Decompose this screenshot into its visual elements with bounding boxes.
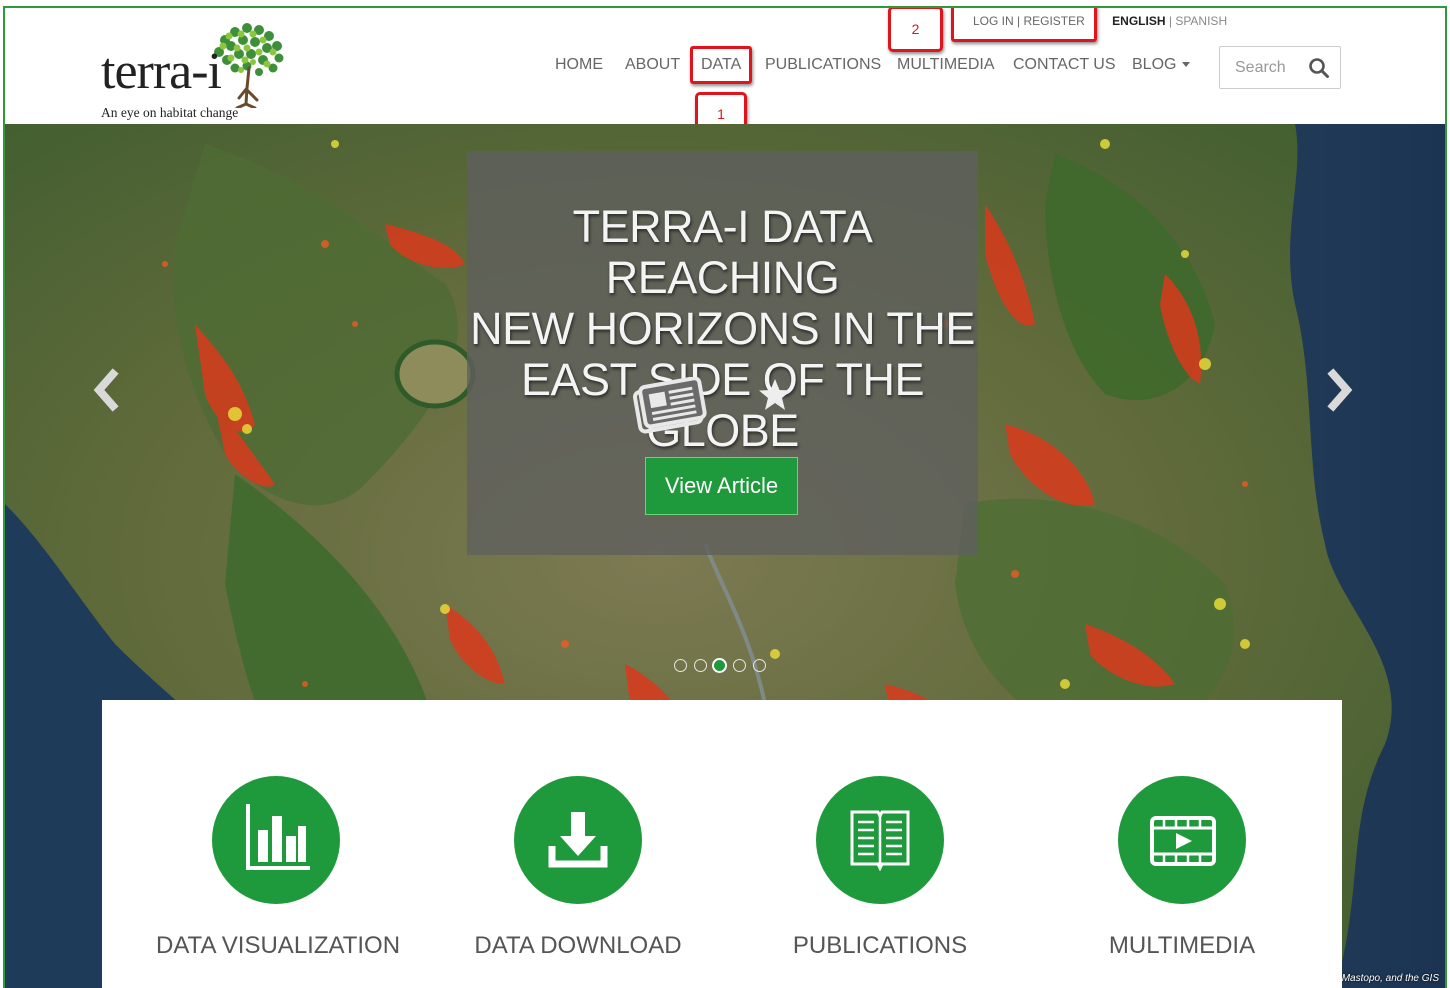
feature-circle [514, 776, 642, 904]
terra-i-logo[interactable]: terra-i An eye on habitat change [101, 16, 291, 120]
browser-page-frame: terra-i An eye on habitat change LOG IN … [3, 6, 1447, 988]
logo-tagline: An eye on habitat change [101, 105, 239, 120]
book-icon [850, 810, 910, 872]
carousel-prev-arrow-icon[interactable] [89, 368, 123, 412]
nav-item-multimedia[interactable]: MULTIMEDIA [897, 56, 994, 74]
feature-data-visualization[interactable]: DATA VISUALIZATION [156, 776, 401, 960]
feature-multimedia[interactable]: MULTIMEDIA [1062, 776, 1302, 960]
lang-spanish-link[interactable]: SPANISH [1175, 14, 1227, 28]
feature-publications[interactable]: PUBLICATIONS [760, 776, 1000, 960]
map-attribution: Mastopo, and the GIS [1341, 973, 1439, 984]
feature-label: PUBLICATIONS [792, 932, 968, 959]
annotation-badge-2: 2 [888, 8, 943, 52]
title-line-3: EAST SIDE OF THE GLOBE [521, 354, 924, 456]
newspaper-icon [632, 377, 707, 434]
feature-circle [212, 776, 340, 904]
feature-panel: DATA VISUALIZATION DATA DOWNLOAD PUBLICA… [102, 700, 1342, 988]
feature-label: MULTIMEDIA [1108, 932, 1256, 959]
bar-chart-icon [246, 804, 310, 870]
site-header: terra-i An eye on habitat change LOG IN … [5, 8, 1445, 136]
feature-circle [1118, 776, 1246, 904]
logo-wordmark: terra-i [101, 43, 222, 100]
carousel-dot-3[interactable] [712, 658, 727, 673]
carousel-dot-5[interactable] [753, 659, 766, 672]
video-icon [1150, 816, 1216, 866]
nav-item-home[interactable]: HOME [555, 56, 603, 74]
carousel-dot-1[interactable] [674, 659, 687, 672]
search-input[interactable] [1220, 47, 1308, 88]
feature-data-download[interactable]: DATA DOWNLOAD [458, 776, 698, 960]
search-icon[interactable] [1308, 57, 1330, 79]
title-line-1: TERRA-I DATA REACHING [572, 201, 873, 303]
nav-item-about[interactable]: ABOUT [625, 56, 680, 74]
carousel-dot-2[interactable] [694, 659, 707, 672]
caret-down-icon [1182, 62, 1191, 68]
title-line-2: NEW HORIZONS IN THE [470, 303, 975, 354]
nav-item-publications[interactable]: PUBLICATIONS [765, 56, 881, 74]
carousel-dot-4[interactable] [733, 659, 746, 672]
nav-item-contact-us[interactable]: CONTACT US [1013, 56, 1116, 74]
search-box [1219, 46, 1341, 89]
star-icon [759, 379, 791, 410]
carousel-next-arrow-icon[interactable] [1323, 368, 1357, 412]
lang-separator: | [1168, 14, 1172, 28]
feature-circle [816, 776, 944, 904]
carousel-slide-title: TERRA-I DATA REACHING NEW HORIZONS IN TH… [467, 201, 978, 456]
nav-item-blog[interactable]: BLOG [1132, 56, 1191, 74]
lang-english-link[interactable]: ENGLISH [1112, 14, 1165, 28]
view-article-button[interactable]: View Article [645, 457, 798, 515]
annotation-box-login [951, 8, 1097, 42]
nav-item-blog-label: BLOG [1132, 56, 1177, 73]
annotation-box-data [690, 46, 752, 84]
feature-label: DATA DOWNLOAD [474, 932, 682, 959]
download-icon [548, 812, 608, 868]
carousel-caption: TERRA-I DATA REACHING NEW HORIZONS IN TH… [467, 151, 978, 555]
feature-label: DATA VISUALIZATION [156, 932, 401, 959]
